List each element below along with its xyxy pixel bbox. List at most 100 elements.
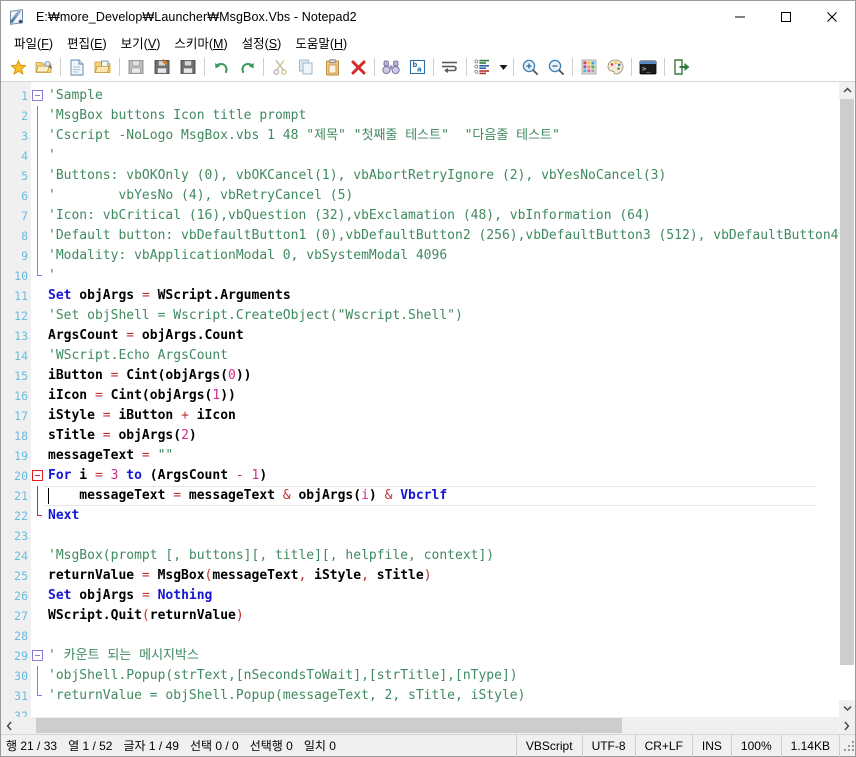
fold-cell[interactable] [31,686,44,706]
status-encoding[interactable]: UTF-8 [581,734,635,757]
scroll-right-button[interactable] [838,717,855,734]
cut-scissors-icon[interactable] [267,55,293,79]
code-line[interactable]: iStyle = iButton + iIcon [44,406,838,426]
code-line[interactable]: 'Icon: vbCritical (16),vbQuestion (32),v… [44,206,838,226]
fold-cell[interactable] [31,266,44,286]
scheme-list-icon[interactable] [470,55,496,79]
code-line[interactable]: 'returnValue = objShell.Popup(messageTex… [44,686,838,706]
fold-cell[interactable] [31,186,44,206]
find-binoculars-icon[interactable] [378,55,404,79]
code-line[interactable]: 'MsgBox buttons Icon title prompt [44,106,838,126]
replace-icon[interactable]: ba [404,55,430,79]
code-line[interactable]: 'objShell.Popup(strText,[nSecondsToWait]… [44,666,838,686]
color-palette-icon[interactable] [602,55,628,79]
status-language[interactable]: VBScript [515,734,582,757]
open-favorites-folder-icon[interactable] [31,55,57,79]
vertical-scroll-thumb[interactable] [840,99,854,665]
word-wrap-icon[interactable] [437,55,463,79]
fold-collapse-icon[interactable] [32,470,43,481]
menu-schema[interactable]: 스키마(M) [167,31,234,55]
scroll-up-button[interactable] [839,82,855,99]
fold-cell[interactable] [31,126,44,146]
code-line[interactable]: 'Modality: vbApplicationModal 0, vbSyste… [44,246,838,266]
code-line[interactable]: iButton = Cint(objArgs(0)) [44,366,838,386]
undo-icon[interactable] [208,55,234,79]
fold-cell[interactable] [31,286,44,306]
minimize-button[interactable] [717,1,763,32]
fold-cell[interactable] [31,206,44,226]
fold-cell[interactable] [31,606,44,626]
fold-cell[interactable] [31,566,44,586]
fold-cell[interactable] [31,226,44,246]
fold-cell[interactable] [31,386,44,406]
code-line[interactable]: 'Cscript -NoLogo MsgBox.vbs 1 48 "제목" "첫… [44,126,838,146]
fold-cell[interactable] [31,346,44,366]
fold-cell[interactable] [31,306,44,326]
code-line[interactable]: messageText = "" [44,446,838,466]
code-line[interactable]: For i = 3 to (ArgsCount - 1) [44,466,838,486]
fold-cell[interactable] [31,526,44,546]
chevron-down-icon[interactable] [496,55,510,79]
fold-cell[interactable] [31,406,44,426]
vertical-scrollbar[interactable] [838,82,855,717]
fold-cell[interactable] [31,466,44,486]
code-line[interactable]: Next [44,506,838,526]
launch-exit-icon[interactable] [668,55,694,79]
code-line[interactable]: Set objArgs = Nothing [44,586,838,606]
code-line[interactable]: 'Set objShell = Wscript.CreateObject("Ws… [44,306,838,326]
fold-cell[interactable] [31,326,44,346]
code-line[interactable]: ' [44,266,838,286]
fold-cell[interactable] [31,486,44,506]
code-line[interactable]: returnValue = MsgBox(messageText, iStyle… [44,566,838,586]
paste-clipboard-icon[interactable] [319,55,345,79]
fold-cell[interactable] [31,626,44,646]
scroll-down-button[interactable] [839,700,855,717]
favorites-star-icon[interactable] [5,55,31,79]
menu-view[interactable]: 보기(V) [114,31,168,55]
code-line[interactable]: ' vbYesNo (4), vbRetryCancel (5) [44,186,838,206]
menu-edit[interactable]: 편집(E) [60,31,114,55]
code-line[interactable]: ArgsCount = objArgs.Count [44,326,838,346]
maximize-button[interactable] [763,1,809,32]
code-line[interactable]: sTitle = objArgs(2) [44,426,838,446]
fold-cell[interactable] [31,426,44,446]
code-content[interactable]: 'Sample 'MsgBox buttons Icon title prompt… [44,82,838,717]
code-line[interactable]: 'Buttons: vbOKOnly (0), vbOKCancel(1), v… [44,166,838,186]
fold-cell[interactable] [31,646,44,666]
menu-settings[interactable]: 설정(S) [235,31,289,55]
code-line[interactable] [44,706,838,717]
text-editor[interactable]: 1 2 3 4 5 6 7 8 9 10 11 12 13 14 15 16 17 18 19 20 21 22 23 24 2… [1,82,838,717]
horizontal-scrollbar[interactable] [1,717,855,734]
fold-cell[interactable] [31,666,44,686]
code-folding-margin[interactable] [31,82,44,717]
copy-icon[interactable] [293,55,319,79]
open-file-icon[interactable] [90,55,116,79]
redo-icon[interactable] [234,55,260,79]
fold-cell[interactable] [31,446,44,466]
code-line[interactable]: 'WScript.Echo ArgsCount [44,346,838,366]
horizontal-scroll-thumb[interactable] [36,718,622,733]
new-file-icon[interactable] [64,55,90,79]
save-as-icon[interactable] [149,55,175,79]
fold-cell[interactable] [31,706,44,717]
code-line[interactable]: WScript.Quit(returnValue) [44,606,838,626]
menu-file[interactable]: 파일(F) [7,31,60,55]
fold-cell[interactable] [31,246,44,266]
fold-cell[interactable] [31,546,44,566]
code-line[interactable] [44,626,838,646]
fold-cell[interactable] [31,166,44,186]
fold-cell[interactable] [31,106,44,126]
save-copy-icon[interactable] [175,55,201,79]
fold-collapse-icon[interactable] [32,650,43,661]
menu-help[interactable]: 도움말(H) [288,31,354,55]
fold-cell[interactable] [31,86,44,106]
fold-cell[interactable] [31,506,44,526]
code-line[interactable]: 'MsgBox(prompt [, buttons][, title][, he… [44,546,838,566]
horizontal-scroll-track[interactable] [18,717,838,734]
fold-collapse-icon[interactable] [32,90,43,101]
code-line-current[interactable]: messageText = messageText & objArgs(i) &… [44,486,816,506]
zoom-out-icon[interactable] [543,55,569,79]
console-window-icon[interactable]: >_ [635,55,661,79]
code-line[interactable]: ' [44,146,838,166]
fold-cell[interactable] [31,146,44,166]
